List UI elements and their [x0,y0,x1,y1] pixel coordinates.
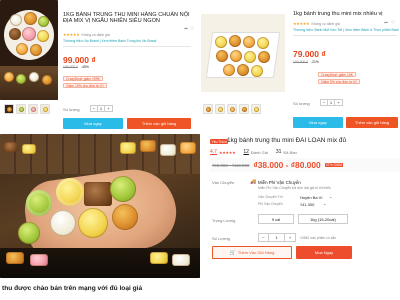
brand-text-a[interactable]: Thương hiệu: No Brand | Xem thêm Bánh Tr… [63,39,193,43]
divider [293,35,397,36]
thumbnail-a-3[interactable] [28,104,38,114]
price-c: ₫38.000 - ₫80.000 [253,160,321,170]
thumbnail-b-5[interactable] [251,104,261,114]
qty-label-c: Số Lượng [212,236,230,241]
thumbnail-b-1[interactable] [203,104,213,114]
promo-tag-a-2[interactable]: Giảm 10% cho đơn từ 0₫ [63,83,107,88]
rating-row-b: ★★★★★ Không có đánh giá [293,21,340,26]
chevron-down-icon[interactable]: ⌄ [329,194,332,199]
qty-value-a[interactable]: 1 [98,106,105,111]
discount-a: -45% [80,65,89,69]
qty-plus-button[interactable]: + [285,234,295,241]
ship-fee-value-c: ₫41.300 [300,202,315,207]
share-icon[interactable]: ➦ [184,26,188,32]
rating-row-c: 4.7 ★★★★★ 12 Đánh Giá 31 Đã Bán [210,149,297,155]
product-image-main-b[interactable] [201,14,285,92]
rating-count-c[interactable]: 12 [243,149,249,155]
buy-now-button-b[interactable]: Mua ngay [293,117,343,128]
discount-b: -21% [310,60,319,64]
old-price-c: ₫50.000 - ₫110.000 [212,162,250,168]
qty-value-c[interactable]: 1 [269,234,285,241]
thumbnail-b-4[interactable] [239,104,249,114]
rating-text-b: Không có đánh giá [311,21,340,26]
ship-to-value-c[interactable]: Huyện Ba Vì [300,195,322,200]
qty-value-b[interactable]: 1 [328,100,335,105]
old-price-row-a: 158.000 ₫ -45% [63,65,89,69]
weight-option-2[interactable]: 1kg (15-20cái) [298,214,348,224]
product-title-a: 1KG BÁNH TRUNG THU MINI HÀNG CHUẨN NỘI Đ… [63,12,190,25]
rating-text-a: Không có đánh giá [81,32,110,37]
old-price-row-b: 100.000 ₫ -21% [293,60,319,64]
promo-tag-b[interactable]: CrazyDeal: giảm 10K [318,72,357,77]
qty-label-a: Số lượng [63,107,80,112]
mall-badge: Yêu Thích [210,139,229,144]
thumbnail-b-3[interactable] [227,104,237,114]
thumbnail-a-2[interactable] [16,104,26,114]
qty-minus-button[interactable]: − [321,100,328,105]
price-a: 99.000 ₫ [63,55,96,65]
hand-mooncakes-photo [0,134,200,278]
star-rating-icon: ★★★★★ [293,21,310,26]
rating-value-c[interactable]: 4.7 [210,149,217,155]
quantity-stepper-b[interactable]: − 1 + [320,99,343,106]
product-title-b: 1kg bánh trung thu mini mix nhiều vị [293,11,383,17]
thumbnail-a-4[interactable] [40,104,50,114]
truck-icon: 🚚 [250,179,257,185]
shop-panel-c [203,134,400,284]
rating-count-label-c: Đánh Giá [250,149,268,155]
weight-option-1[interactable]: 9 cái [258,214,294,224]
thumbnail-b-2[interactable] [215,104,225,114]
weight-label-c: Trọng Lượng [212,218,236,223]
ship-to-label-c: Vận Chuyển Tới [258,195,283,199]
promo-tag-b-2[interactable]: Giảm 5% cho đơn từ 0₫ [318,79,361,84]
product-image-main-a[interactable] [0,0,58,100]
cart-icon: 🛒 [229,249,236,256]
buy-now-button-c[interactable]: Mua Ngay [296,246,352,259]
qty-minus-button[interactable]: − [91,106,98,111]
heart-icon[interactable]: ♡ [190,26,194,32]
stock-text-c: 10581 sản phẩm có sẵn [300,236,337,240]
discount-badge-c: 37% GIẢM [324,163,344,167]
sold-count-c: 31 [275,149,282,155]
free-ship-sub-c: Miễn Phí Vận Chuyển khi đơn đạt giá trị … [258,186,331,190]
photo-caption: thu được chào bán trên mạng với đủ loại … [2,285,143,292]
star-rating-icon: ★★★★★ [218,149,236,155]
qty-minus-button[interactable]: − [259,234,269,241]
product-title-c: 1kg bánh trung thu mini ĐÀI LOAN mix đủ [227,137,346,144]
heart-icon[interactable]: ♡ [391,20,395,26]
divider [63,46,191,47]
sold-label-c: Đã Bán [283,149,297,155]
promo-tag-a[interactable]: CrazyDeal: giảm 199K [63,76,103,81]
quantity-stepper-a[interactable]: − 1 + [90,105,113,112]
buy-now-button-a[interactable]: Mua ngay [63,118,123,129]
old-price-b: 100.000 ₫ [293,60,308,64]
shipping-label-c: Vận Chuyển [212,180,235,185]
price-b: 79.000 ₫ [293,49,326,59]
add-to-cart-button-a[interactable]: Thêm vào giỏ hàng [127,118,191,129]
rating-row-a: ★★★★★ Không có đánh giá [63,32,110,37]
old-price-a: 158.000 ₫ [63,65,78,69]
add-to-cart-button-b[interactable]: Thêm vào giỏ hàng [346,117,398,128]
qty-plus-button[interactable]: + [105,106,112,111]
ship-fee-label-c: Phí Vận Chuyển [258,202,283,206]
qty-label-b: Số lượng [293,101,310,106]
add-to-cart-button-c[interactable]: 🛒 Thêm Vào Giỏ Hàng [212,246,292,259]
free-ship-c: Miễn Phí Vận Chuyển [258,180,301,185]
share-icon[interactable]: ➦ [384,20,388,26]
brand-text-b[interactable]: Thương hiệu: Bánh Mứt Kẹo Tết | Xem thêm… [293,28,399,32]
star-rating-icon: ★★★★★ [63,32,80,37]
qty-plus-button[interactable]: + [335,100,342,105]
price-box-c: ₫50.000 - ₫110.000 ₫38.000 - ₫80.000 37%… [210,158,400,172]
add-to-cart-label-c: Thêm Vào Giỏ Hàng [237,250,275,255]
chevron-down-icon[interactable]: ⌄ [323,201,326,206]
thumbnail-a-1[interactable] [4,104,14,114]
quantity-stepper-c[interactable]: − 1 + [258,233,296,242]
